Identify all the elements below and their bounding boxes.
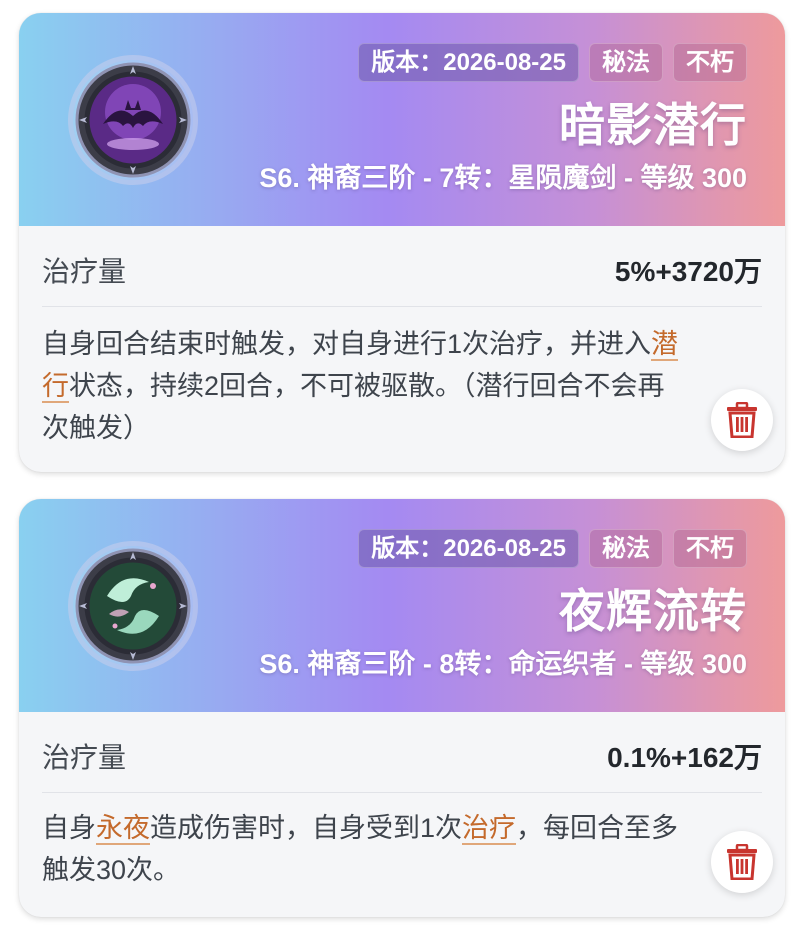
skill-description: 自身回合结束时触发，对自身进行1次治疗，并进入潜行状态，持续2回合，不可被驱散。… <box>42 323 685 449</box>
stat-value: 0.1%+162万 <box>607 742 762 773</box>
desc-text: 造成伤害时，自身受到1次 <box>150 813 463 843</box>
trait-tag: 不朽 <box>673 529 747 568</box>
keyword-link[interactable]: 永夜 <box>96 813 150 845</box>
version-tag: 版本：2026-08-25 <box>358 43 579 82</box>
skill-name: 夜辉流转 <box>559 585 747 637</box>
stat-label: 治疗量 <box>42 256 127 287</box>
skill-card: 版本：2026-08-25 秘法 不朽 夜辉流转 S6. 神裔三阶 - 8转：命… <box>19 499 785 917</box>
trait-tag: 不朽 <box>673 43 747 82</box>
skill-card: 版本：2026-08-25 秘法 不朽 暗影潜行 S6. 神裔三阶 - 7转：星… <box>19 13 785 472</box>
skill-card-header: 版本：2026-08-25 秘法 不朽 夜辉流转 S6. 神裔三阶 - 8转：命… <box>19 499 785 712</box>
night-koi-icon <box>73 546 193 666</box>
tag-group: 版本：2026-08-25 秘法 不朽 <box>358 529 747 568</box>
stat-row: 治疗量 5%+3720万 <box>42 226 762 307</box>
stat-value: 5%+3720万 <box>614 256 762 287</box>
delete-button[interactable] <box>711 831 773 893</box>
skill-name: 暗影潜行 <box>559 99 747 151</box>
skill-card-header: 版本：2026-08-25 秘法 不朽 暗影潜行 S6. 神裔三阶 - 7转：星… <box>19 13 785 226</box>
trash-icon <box>727 402 757 438</box>
stat-label: 治疗量 <box>42 742 127 773</box>
category-tag: 秘法 <box>589 529 663 568</box>
stat-row: 治疗量 0.1%+162万 <box>42 712 762 793</box>
desc-text: 自身回合结束时触发，对自身进行1次治疗，并进入 <box>42 329 652 359</box>
skill-source: S6. 神裔三阶 - 8转：命运织者 - 等级 300 <box>259 649 747 679</box>
desc-text: 状态，持续2回合，不可被驱散。（潜行回合不会再次触发） <box>42 371 665 443</box>
skill-source: S6. 神裔三阶 - 7转：星陨魔剑 - 等级 300 <box>259 163 747 193</box>
trash-icon <box>727 844 757 880</box>
tag-group: 版本：2026-08-25 秘法 不朽 <box>358 43 747 82</box>
keyword-link[interactable]: 治疗 <box>462 813 517 845</box>
version-tag: 版本：2026-08-25 <box>358 529 579 568</box>
skill-description: 自身永夜造成伤害时，自身受到1次治疗，每回合至多触发30次。 <box>42 807 685 891</box>
category-tag: 秘法 <box>589 43 663 82</box>
desc-text: 自身 <box>42 813 96 843</box>
shadow-bat-icon <box>73 60 193 180</box>
delete-button[interactable] <box>711 389 773 451</box>
